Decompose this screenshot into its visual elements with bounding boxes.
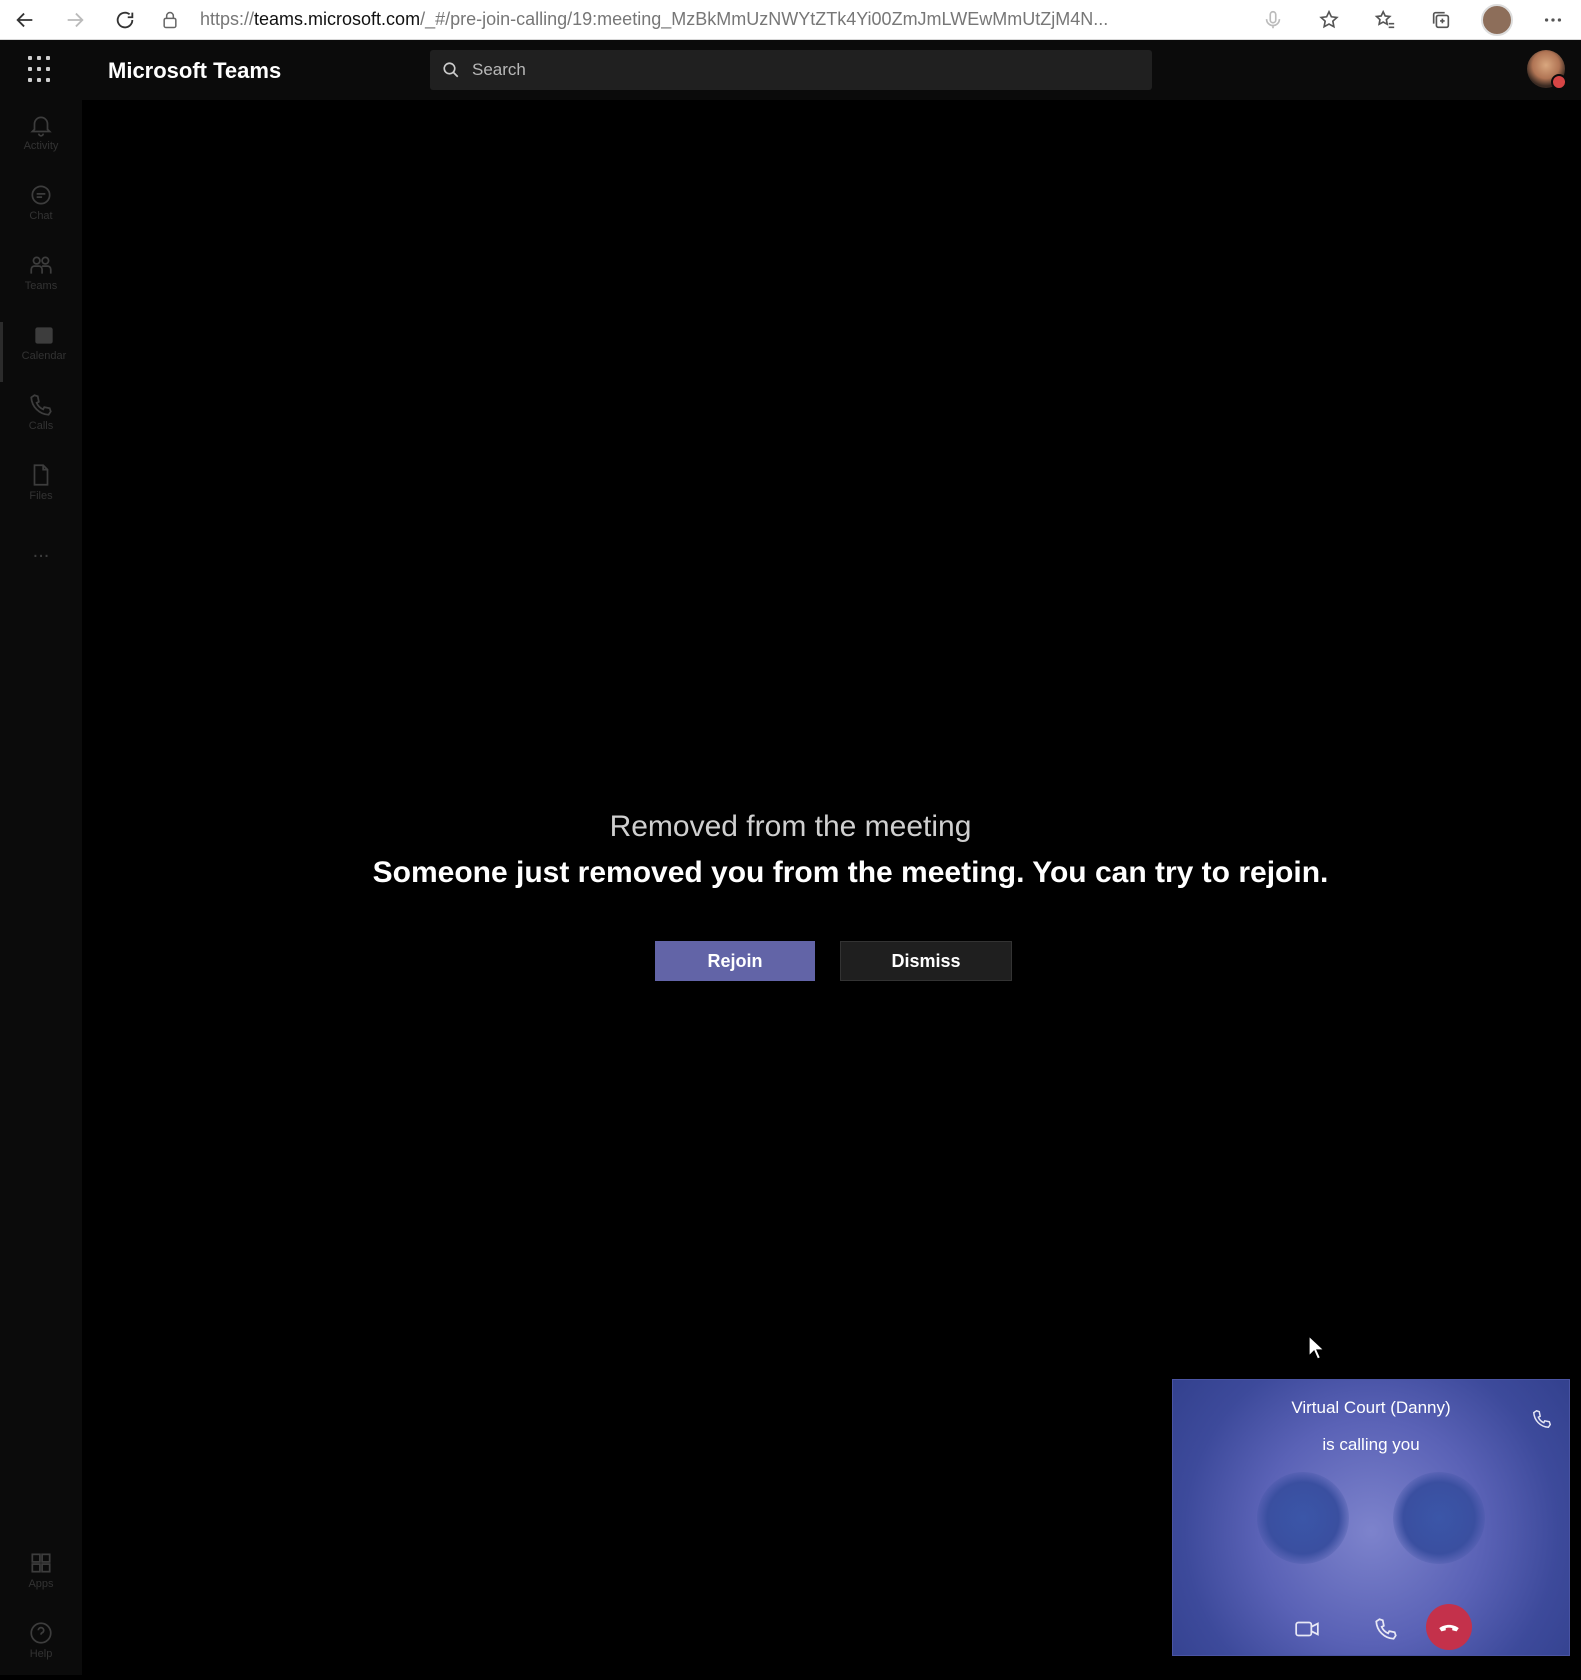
rail-item-apps[interactable]: Apps: [0, 1550, 82, 1610]
rail-label: Chat: [29, 210, 53, 222]
rail-label: Help: [29, 1648, 53, 1660]
rail-item-activity[interactable]: Activity: [0, 112, 82, 172]
rail-label: Calls: [28, 420, 54, 432]
chat-icon: [31, 185, 51, 205]
accept-video-button[interactable]: [1285, 1607, 1329, 1651]
rail-item-calls[interactable]: Calls: [0, 392, 82, 452]
calendar-icon: [35, 327, 53, 344]
address-bar[interactable]: https://teams.microsoft.com/_#/pre-join-…: [150, 0, 1245, 40]
rail-label: Calendar: [21, 350, 67, 362]
phone-icon: [1532, 1409, 1552, 1429]
rail-item-calendar[interactable]: Calendar: [0, 322, 85, 382]
call-status: is calling you: [1322, 1435, 1420, 1454]
microphone-icon[interactable]: [1245, 0, 1301, 40]
teams-icon: [30, 256, 52, 274]
url-scheme: https://: [200, 9, 255, 29]
file-icon: [33, 464, 49, 486]
hang-up-icon: [1439, 1624, 1459, 1632]
apps-icon: [31, 1553, 51, 1573]
collections-icon[interactable]: [1413, 0, 1469, 40]
incoming-call-toast: Virtual Court (Danny) is calling you: [1172, 1379, 1570, 1656]
add-favorite-icon[interactable]: [1301, 0, 1357, 40]
mouse-cursor-icon: [1308, 1335, 1325, 1360]
dismiss-button[interactable]: Dismiss: [840, 941, 1012, 981]
teams-header: Microsoft Teams: [0, 40, 1581, 100]
rail-label: Teams: [24, 280, 58, 292]
phone-icon: [1375, 1618, 1397, 1640]
browser-profile-avatar[interactable]: [1469, 0, 1525, 40]
search-input[interactable]: [470, 59, 1094, 81]
decline-call-button[interactable]: [1426, 1604, 1472, 1650]
url-path: /_#/pre-join-calling/19:meeting_MzBkMmUz…: [420, 9, 1109, 29]
rail-label: Apps: [28, 1578, 54, 1590]
notice-message: Someone just removed you from the meetin…: [372, 856, 1329, 889]
notice-title: Removed from the meeting: [609, 810, 972, 843]
lock-icon: [160, 10, 186, 30]
help-icon: [30, 1622, 52, 1644]
rail-item-teams[interactable]: Teams: [0, 252, 82, 312]
browser-toolbar: https://teams.microsoft.com/_#/pre-join-…: [0, 0, 1581, 40]
favorites-icon[interactable]: [1357, 0, 1413, 40]
accept-audio-button[interactable]: [1364, 1607, 1408, 1651]
more-options-icon[interactable]: [1525, 0, 1581, 40]
search-box[interactable]: [430, 50, 1152, 90]
app-launcher-icon[interactable]: [28, 56, 56, 84]
status-busy-icon: [1551, 74, 1567, 90]
rail-label: Files: [29, 490, 53, 502]
rail-item-chat[interactable]: Chat: [0, 182, 82, 242]
app-title: Microsoft Teams: [108, 58, 282, 83]
back-icon[interactable]: [0, 0, 50, 40]
forward-icon[interactable]: [50, 0, 100, 40]
rail-label: Activity: [23, 140, 59, 152]
caller-avatar-placeholder: [1257, 1472, 1349, 1564]
rejoin-button[interactable]: Rejoin: [655, 941, 815, 981]
url-host: teams.microsoft.com: [254, 9, 421, 29]
search-icon: [443, 62, 459, 78]
url-text: https://teams.microsoft.com/_#/pre-join-…: [200, 9, 1108, 30]
phone-icon: [30, 394, 52, 416]
rail-item-files[interactable]: Files: [0, 462, 82, 522]
rail-item-help[interactable]: Help: [0, 1620, 82, 1680]
user-avatar[interactable]: [1527, 50, 1567, 90]
video-camera-icon: [1295, 1621, 1319, 1637]
caller-avatar-placeholder: [1393, 1472, 1485, 1564]
bell-icon: [30, 116, 52, 137]
refresh-icon[interactable]: [100, 0, 150, 40]
caller-name: Virtual Court (Danny): [1291, 1398, 1451, 1417]
more-apps-icon[interactable]: ...: [0, 540, 82, 564]
